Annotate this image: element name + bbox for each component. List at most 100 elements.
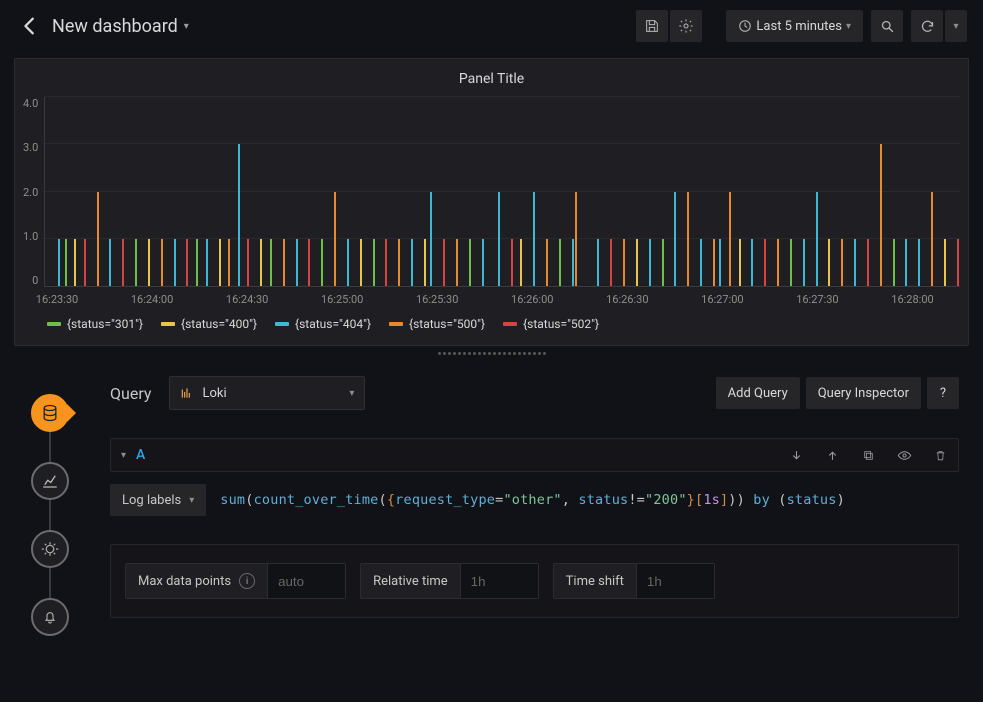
- bar[interactable]: [957, 239, 959, 286]
- bar[interactable]: [636, 239, 638, 286]
- nav-visualization[interactable]: [31, 462, 69, 500]
- query-id[interactable]: A: [136, 447, 145, 463]
- bar[interactable]: [443, 239, 445, 286]
- datasource-select[interactable]: Loki ▾: [169, 376, 365, 410]
- bar[interactable]: [893, 239, 895, 286]
- chart-plot-area[interactable]: [44, 97, 960, 287]
- legend-item[interactable]: {status="404"}: [275, 317, 371, 331]
- info-icon[interactable]: i: [239, 573, 255, 589]
- bar[interactable]: [649, 239, 651, 286]
- bar[interactable]: [186, 239, 188, 286]
- bar[interactable]: [546, 239, 548, 286]
- bar[interactable]: [841, 239, 843, 286]
- bar[interactable]: [109, 239, 111, 286]
- bar[interactable]: [260, 239, 262, 286]
- query-inspector-button[interactable]: Query Inspector: [806, 377, 921, 409]
- bar[interactable]: [122, 239, 124, 286]
- bar[interactable]: [238, 144, 240, 286]
- bar[interactable]: [931, 192, 933, 287]
- max-data-points-input[interactable]: [267, 564, 345, 598]
- bar[interactable]: [816, 192, 818, 287]
- bar[interactable]: [482, 239, 484, 286]
- bar[interactable]: [161, 239, 163, 286]
- bar[interactable]: [700, 239, 702, 286]
- move-down-button[interactable]: [788, 447, 804, 463]
- bar[interactable]: [662, 239, 664, 286]
- bar[interactable]: [764, 239, 766, 286]
- legend-item[interactable]: {status="502"}: [503, 317, 599, 331]
- bar[interactable]: [135, 239, 137, 286]
- bar[interactable]: [575, 192, 577, 287]
- settings-button[interactable]: [670, 10, 702, 42]
- bar[interactable]: [456, 239, 458, 286]
- bar[interactable]: [469, 239, 471, 286]
- bar[interactable]: [334, 192, 336, 287]
- log-labels-dropdown[interactable]: Log labels ▾: [110, 484, 206, 516]
- bar[interactable]: [58, 239, 60, 286]
- bar[interactable]: [196, 239, 198, 286]
- refresh-interval-dropdown[interactable]: ▾: [945, 10, 967, 42]
- bar[interactable]: [84, 239, 86, 286]
- bar[interactable]: [219, 239, 221, 286]
- collapse-query-toggle[interactable]: ▾: [121, 450, 126, 461]
- bar[interactable]: [511, 239, 513, 286]
- dashboard-title-dropdown[interactable]: New dashboard ▾: [52, 16, 189, 37]
- nav-alert[interactable]: [31, 598, 69, 636]
- query-expression-input[interactable]: sum(count_over_time({request_type="other…: [220, 492, 845, 508]
- bar[interactable]: [854, 239, 856, 286]
- bar[interactable]: [498, 192, 500, 287]
- bar[interactable]: [174, 239, 176, 286]
- bar[interactable]: [206, 239, 208, 286]
- bar[interactable]: [347, 239, 349, 286]
- bar[interactable]: [880, 144, 882, 286]
- toggle-visibility-button[interactable]: [896, 447, 912, 463]
- bar[interactable]: [803, 239, 805, 286]
- bar[interactable]: [905, 239, 907, 286]
- move-up-button[interactable]: [824, 447, 840, 463]
- bar[interactable]: [559, 239, 561, 286]
- bar[interactable]: [385, 239, 387, 286]
- time-shift-input[interactable]: [636, 564, 714, 598]
- duplicate-query-button[interactable]: [860, 447, 876, 463]
- bar[interactable]: [97, 192, 99, 287]
- bar[interactable]: [308, 239, 310, 286]
- bar[interactable]: [828, 239, 830, 286]
- bar[interactable]: [777, 239, 779, 286]
- bar[interactable]: [790, 239, 792, 286]
- legend-item[interactable]: {status="301"}: [47, 317, 143, 331]
- bar[interactable]: [228, 239, 230, 286]
- bar[interactable]: [360, 239, 362, 286]
- bar[interactable]: [610, 239, 612, 286]
- bar[interactable]: [430, 192, 432, 287]
- bar[interactable]: [520, 239, 522, 286]
- nav-queries[interactable]: [31, 394, 69, 432]
- bar[interactable]: [597, 239, 599, 286]
- bar[interactable]: [944, 239, 946, 286]
- bar[interactable]: [373, 239, 375, 286]
- bar[interactable]: [148, 239, 150, 286]
- bar[interactable]: [739, 239, 741, 286]
- time-range-picker[interactable]: Last 5 minutes ▾: [726, 10, 863, 42]
- refresh-button[interactable]: [911, 10, 943, 42]
- bar[interactable]: [719, 239, 721, 286]
- bar[interactable]: [533, 192, 535, 287]
- legend-item[interactable]: {status="400"}: [161, 317, 257, 331]
- bar[interactable]: [296, 239, 298, 286]
- bar[interactable]: [713, 239, 715, 286]
- query-help-button[interactable]: ?: [927, 377, 959, 409]
- delete-query-button[interactable]: [932, 447, 948, 463]
- bar[interactable]: [411, 239, 413, 286]
- bar[interactable]: [687, 192, 689, 287]
- relative-time-input[interactable]: [460, 564, 538, 598]
- bar[interactable]: [751, 239, 753, 286]
- bar[interactable]: [623, 239, 625, 286]
- bar[interactable]: [674, 192, 676, 287]
- bar[interactable]: [65, 239, 67, 286]
- bar[interactable]: [424, 239, 426, 286]
- bar[interactable]: [918, 239, 920, 286]
- bar[interactable]: [867, 239, 869, 286]
- bar[interactable]: [247, 239, 249, 286]
- bar[interactable]: [74, 239, 76, 286]
- nav-general[interactable]: [31, 530, 69, 568]
- bar[interactable]: [283, 239, 285, 286]
